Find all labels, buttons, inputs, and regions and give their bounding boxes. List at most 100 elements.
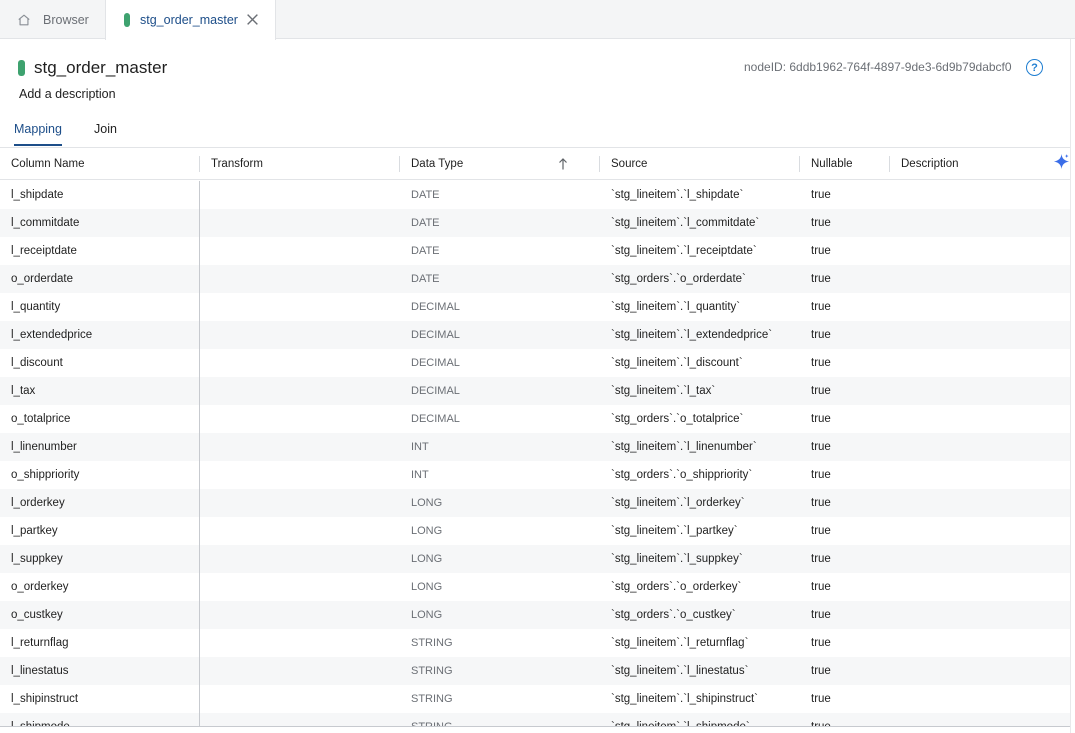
source-cell[interactable]: `stg_lineitem`.`l_tax` xyxy=(611,377,715,405)
table-row[interactable]: l_shipmode STRING `stg_lineitem`.`l_shipmo… xyxy=(0,713,1070,726)
ai-sparkle-icon[interactable] xyxy=(1053,153,1070,170)
table-row[interactable]: l_shipinstruct STRING `stg_lineitem`.`l_sh… xyxy=(0,685,1070,713)
column-name-cell[interactable]: l_suppkey xyxy=(11,545,63,573)
transform-cell-divider[interactable] xyxy=(199,601,200,629)
column-header-nullable[interactable]: Nullable xyxy=(811,148,853,179)
table-row[interactable]: l_shipdate DATE `stg_lineitem`.`l_shipdate… xyxy=(0,181,1070,209)
column-header-source[interactable]: Source xyxy=(611,148,647,179)
transform-cell-divider[interactable] xyxy=(199,321,200,349)
column-name-cell[interactable]: l_shipmode xyxy=(11,713,70,726)
column-header-data-type[interactable]: Data Type xyxy=(411,148,463,179)
nullable-cell[interactable]: true xyxy=(811,573,831,601)
column-name-cell[interactable]: o_orderkey xyxy=(11,573,69,601)
nullable-cell[interactable]: true xyxy=(811,321,831,349)
source-cell[interactable]: `stg_orders`.`o_shippriority` xyxy=(611,461,752,489)
transform-cell-divider[interactable] xyxy=(199,265,200,293)
horizontal-scrollbar[interactable] xyxy=(0,726,1070,727)
tab-mapping[interactable]: Mapping xyxy=(14,122,62,136)
nullable-cell[interactable]: true xyxy=(811,349,831,377)
column-header-name[interactable]: Column Name xyxy=(11,148,85,179)
transform-cell-divider[interactable] xyxy=(199,545,200,573)
column-name-cell[interactable]: l_linestatus xyxy=(11,657,69,685)
transform-cell-divider[interactable] xyxy=(199,489,200,517)
source-cell[interactable]: `stg_lineitem`.`l_shipinstruct` xyxy=(611,685,758,713)
column-name-cell[interactable]: o_custkey xyxy=(11,601,63,629)
nullable-cell[interactable]: true xyxy=(811,433,831,461)
column-divider[interactable] xyxy=(599,156,600,172)
source-cell[interactable]: `stg_orders`.`o_orderkey` xyxy=(611,573,741,601)
source-cell[interactable]: `stg_lineitem`.`l_quantity` xyxy=(611,293,740,321)
transform-cell-divider[interactable] xyxy=(199,629,200,657)
source-cell[interactable]: `stg_lineitem`.`l_extendedprice` xyxy=(611,321,772,349)
transform-cell-divider[interactable] xyxy=(199,685,200,713)
table-row[interactable]: l_partkey LONG `stg_lineitem`.`l_partkey` t… xyxy=(0,517,1070,545)
column-name-cell[interactable]: o_orderdate xyxy=(11,265,73,293)
table-row[interactable]: l_linestatus STRING `stg_lineitem`.`l_line… xyxy=(0,657,1070,685)
source-cell[interactable]: `stg_orders`.`o_totalprice` xyxy=(611,405,743,433)
nullable-cell[interactable]: true xyxy=(811,181,831,209)
transform-cell-divider[interactable] xyxy=(199,237,200,265)
transform-cell-divider[interactable] xyxy=(199,713,200,726)
column-divider[interactable] xyxy=(799,156,800,172)
sort-ascending-icon[interactable] xyxy=(557,157,569,171)
column-name-cell[interactable]: l_partkey xyxy=(11,517,58,545)
nullable-cell[interactable]: true xyxy=(811,405,831,433)
column-name-cell[interactable]: l_shipinstruct xyxy=(11,685,78,713)
column-header-transform[interactable]: Transform xyxy=(211,148,263,179)
column-header-description[interactable]: Description xyxy=(901,148,959,179)
nullable-cell[interactable]: true xyxy=(811,657,831,685)
table-row[interactable]: l_tax DECIMAL `stg_lineitem`.`l_tax` true xyxy=(0,377,1070,405)
table-row[interactable]: l_suppkey LONG `stg_lineitem`.`l_suppkey` t… xyxy=(0,545,1070,573)
table-row[interactable]: l_discount DECIMAL `stg_lineitem`.`l_disco… xyxy=(0,349,1070,377)
transform-cell-divider[interactable] xyxy=(199,349,200,377)
nullable-cell[interactable]: true xyxy=(811,265,831,293)
transform-cell-divider[interactable] xyxy=(199,657,200,685)
transform-cell-divider[interactable] xyxy=(199,209,200,237)
help-icon[interactable]: ? xyxy=(1026,59,1043,76)
table-row[interactable]: l_commitdate DATE `stg_lineitem`.`l_commit… xyxy=(0,209,1070,237)
vertical-scrollbar[interactable] xyxy=(1070,39,1075,733)
column-name-cell[interactable]: l_orderkey xyxy=(11,489,65,517)
tab-join[interactable]: Join xyxy=(94,122,117,136)
source-cell[interactable]: `stg_lineitem`.`l_shipmode` xyxy=(611,713,750,726)
transform-cell-divider[interactable] xyxy=(199,405,200,433)
column-name-cell[interactable]: l_commitdate xyxy=(11,209,79,237)
column-name-cell[interactable]: l_linenumber xyxy=(11,433,77,461)
column-name-cell[interactable]: l_shipdate xyxy=(11,181,63,209)
tab-browser[interactable]: Browser xyxy=(0,0,104,39)
transform-cell-divider[interactable] xyxy=(199,461,200,489)
column-name-cell[interactable]: l_receiptdate xyxy=(11,237,77,265)
source-cell[interactable]: `stg_lineitem`.`l_commitdate` xyxy=(611,209,759,237)
column-name-cell[interactable]: l_returnflag xyxy=(11,629,69,657)
source-cell[interactable]: `stg_orders`.`o_orderdate` xyxy=(611,265,746,293)
table-row[interactable]: l_extendedprice DECIMAL `stg_lineitem`.`l_… xyxy=(0,321,1070,349)
column-name-cell[interactable]: l_discount xyxy=(11,349,63,377)
column-name-cell[interactable]: l_tax xyxy=(11,377,35,405)
source-cell[interactable]: `stg_orders`.`o_custkey` xyxy=(611,601,736,629)
nullable-cell[interactable]: true xyxy=(811,461,831,489)
add-description-link[interactable]: Add a description xyxy=(19,87,116,101)
source-cell[interactable]: `stg_lineitem`.`l_discount` xyxy=(611,349,743,377)
source-cell[interactable]: `stg_lineitem`.`l_suppkey` xyxy=(611,545,743,573)
nullable-cell[interactable]: true xyxy=(811,629,831,657)
table-row[interactable]: o_orderdate DATE `stg_orders`.`o_orderdate… xyxy=(0,265,1070,293)
source-cell[interactable]: `stg_lineitem`.`l_shipdate` xyxy=(611,181,743,209)
transform-cell-divider[interactable] xyxy=(199,377,200,405)
source-cell[interactable]: `stg_lineitem`.`l_partkey` xyxy=(611,517,738,545)
transform-cell-divider[interactable] xyxy=(199,181,200,209)
nullable-cell[interactable]: true xyxy=(811,293,831,321)
table-row[interactable]: l_quantity DECIMAL `stg_lineitem`.`l_quant… xyxy=(0,293,1070,321)
transform-cell-divider[interactable] xyxy=(199,573,200,601)
source-cell[interactable]: `stg_lineitem`.`l_linenumber` xyxy=(611,433,757,461)
table-row[interactable]: o_custkey LONG `stg_orders`.`o_custkey` tru… xyxy=(0,601,1070,629)
table-row[interactable]: l_orderkey LONG `stg_lineitem`.`l_orderkey… xyxy=(0,489,1070,517)
close-icon[interactable] xyxy=(246,13,259,26)
transform-cell-divider[interactable] xyxy=(199,517,200,545)
nullable-cell[interactable]: true xyxy=(811,685,831,713)
column-divider[interactable] xyxy=(199,156,200,172)
column-name-cell[interactable]: o_totalprice xyxy=(11,405,70,433)
table-row[interactable]: o_orderkey LONG `stg_orders`.`o_orderkey` t… xyxy=(0,573,1070,601)
nullable-cell[interactable]: true xyxy=(811,209,831,237)
source-cell[interactable]: `stg_lineitem`.`l_returnflag` xyxy=(611,629,748,657)
nullable-cell[interactable]: true xyxy=(811,601,831,629)
